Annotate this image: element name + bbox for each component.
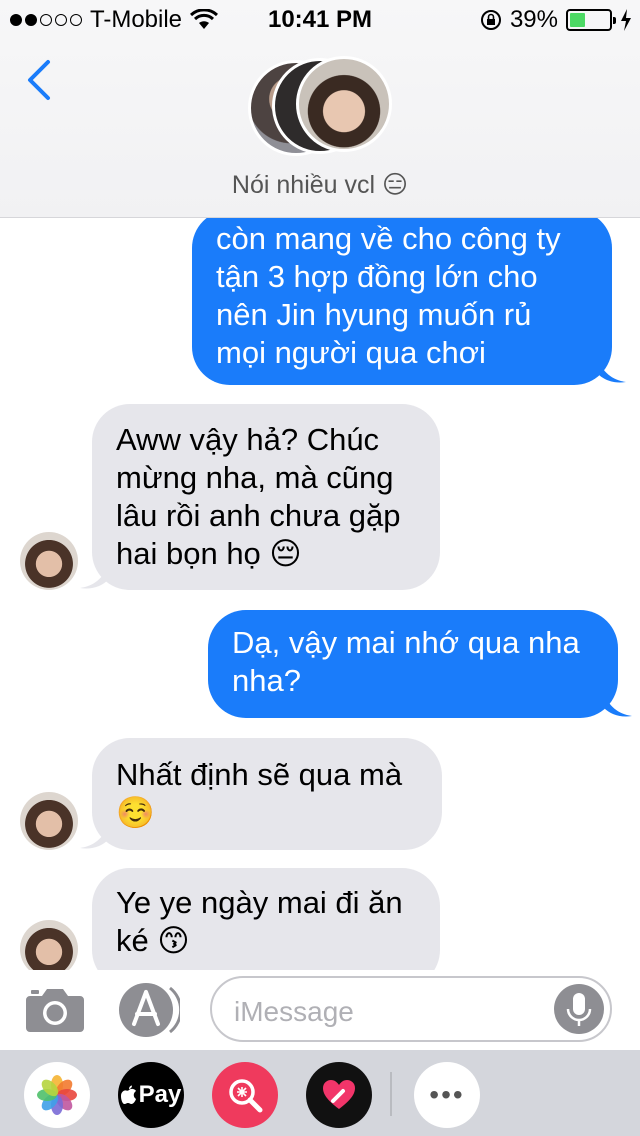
incoming-message[interactable]: Ye ye ngày mai đi ăn ké 😙 [92, 868, 440, 970]
chat-title[interactable]: Nói nhiều vcl 😑 [0, 170, 640, 200]
bubble-tail [604, 692, 632, 717]
app-store-icon[interactable] [118, 980, 180, 1040]
more-icon[interactable]: ••• [414, 1062, 480, 1128]
bubble-tail [598, 358, 626, 383]
apple-pay-label: Pay [138, 1081, 182, 1108]
message-line: Dạ, vậy mai nhớ qua nha [232, 625, 580, 660]
app-drawer: Pay ••• [0, 1050, 640, 1136]
photos-icon[interactable] [24, 1062, 90, 1128]
outgoing-message[interactable]: Dạ, vậy mai nhớ qua nha nha? [208, 610, 618, 718]
more-label: ••• [429, 1079, 465, 1110]
message-line: hai bọn họ 😔 [116, 536, 302, 571]
message-placeholder: iMessage [234, 996, 354, 1027]
compose-bar: iMessage [0, 970, 640, 1050]
message-list[interactable]: còn mang về cho công ty tận 3 hợp đồng l… [0, 218, 640, 970]
bubble-tail [80, 564, 108, 589]
back-chevron-icon[interactable] [24, 58, 54, 102]
outgoing-message[interactable]: còn mang về cho công ty tận 3 hợp đồng l… [192, 218, 612, 385]
message-line: mừng nha, mà cũng [116, 460, 394, 495]
group-avatars[interactable] [248, 56, 392, 158]
digital-touch-icon[interactable] [306, 1062, 372, 1128]
message-line: Nhất định sẽ qua mà [116, 757, 403, 792]
avatar [296, 56, 392, 152]
bubble-tail [80, 824, 108, 849]
drawer-divider [390, 1072, 392, 1116]
image-search-icon[interactable] [212, 1062, 278, 1128]
charging-bolt-icon [621, 9, 631, 31]
message-line: ké 😙 [116, 923, 190, 958]
message-line: Ye ye ngày mai đi ăn [116, 885, 403, 920]
message-line: còn mang về cho công ty [216, 221, 561, 256]
message-line: ☺️ [116, 795, 155, 830]
avatar[interactable] [20, 532, 78, 590]
message-line: lâu rồi anh chưa gặp [116, 498, 401, 533]
apple-pay-icon[interactable]: Pay [118, 1062, 184, 1128]
incoming-message[interactable]: Aww vậy hả? Chúc mừng nha, mà cũng lâu r… [92, 404, 440, 590]
rotation-lock-icon [480, 10, 501, 30]
avatar[interactable] [20, 920, 78, 970]
status-right: 39% [480, 6, 632, 34]
message-line: mọi người qua chơi [216, 335, 486, 370]
message-line: Aww vậy hả? Chúc [116, 422, 380, 457]
avatar[interactable] [20, 792, 78, 850]
apple-logo-icon [120, 1085, 136, 1104]
message-input[interactable]: iMessage [210, 976, 612, 1042]
status-bar: T-Mobile 10:41 PM 39% [0, 0, 640, 40]
message-line: nên Jin hyung muốn rủ [216, 297, 532, 332]
message-line: tận 3 hợp đồng lớn cho [216, 259, 538, 294]
battery-percent: 39% [509, 6, 558, 33]
battery-icon [566, 9, 616, 31]
incoming-message[interactable]: Nhất định sẽ qua mà ☺️ [92, 738, 442, 850]
message-line: nha? [232, 663, 301, 698]
camera-icon[interactable] [26, 984, 84, 1032]
microphone-icon[interactable] [554, 984, 604, 1034]
